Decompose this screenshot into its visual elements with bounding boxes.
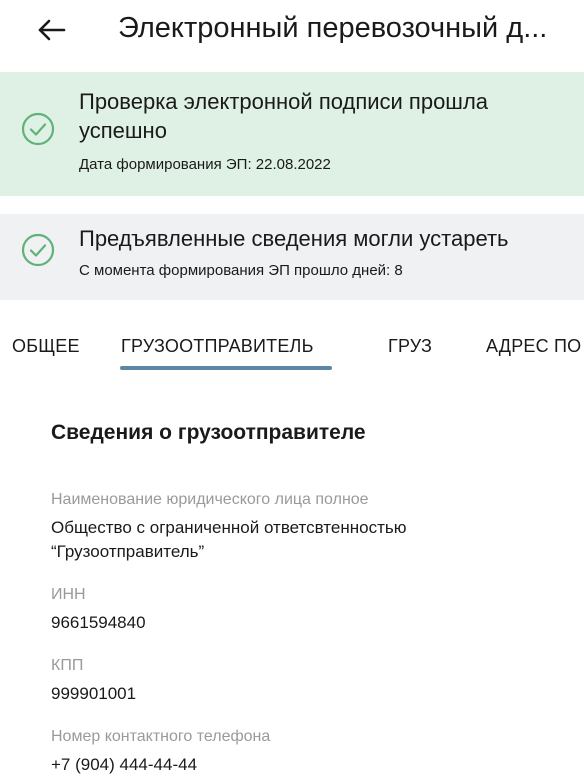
tab-shipper[interactable]: ГРУЗООТПРАВИТЕЛЬ [121,334,314,358]
field-value-inn: 9661594840 [51,613,146,632]
field-value-company-name: Общество с ограниченной ответсвтенностью… [51,518,407,561]
signature-banner-title: Проверка электронной подписи прошла успе… [79,89,489,143]
active-tab-indicator [120,366,332,370]
days-since-signature: С момента формирования ЭП прошло дней: 8 [79,262,403,279]
signature-date: Дата формирования ЭП: 22.08.2022 [79,156,331,173]
field-value-kpp: 999901001 [51,684,137,703]
freshness-banner-title: Предъявленные сведения могли устареть [79,226,509,251]
field-label-kpp: КПП [51,657,84,674]
tab-general[interactable]: ОБЩЕЕ [12,334,80,358]
field-label-phone: Номер контактного телефона [51,728,271,745]
field-label-inn: ИНН [51,586,86,603]
check-circle-icon [21,233,55,267]
signature-verified-banner: Проверка электронной подписи прошла успе… [0,72,584,196]
app-header: Электронный перевозочный д... [0,0,584,60]
page-title: Электронный перевозочный д... [118,12,548,44]
tab-cargo[interactable]: ГРУЗ [388,334,432,358]
tab-address[interactable]: АДРЕС ПО [486,334,581,358]
data-freshness-banner: Предъявленные сведения могли устареть С … [0,214,584,300]
check-circle-icon [21,112,55,146]
section-title: Сведения о грузоотправителе [51,421,366,444]
tab-bar: ОБЩЕЕ ГРУЗООТПРАВИТЕЛЬ ГРУЗ АДРЕС ПО [0,322,584,372]
field-label-company-name: Наименование юридического лица полное [51,491,369,508]
field-value-phone: +7 (904) 444-44-44 [51,755,198,774]
back-arrow-icon[interactable] [34,12,70,48]
